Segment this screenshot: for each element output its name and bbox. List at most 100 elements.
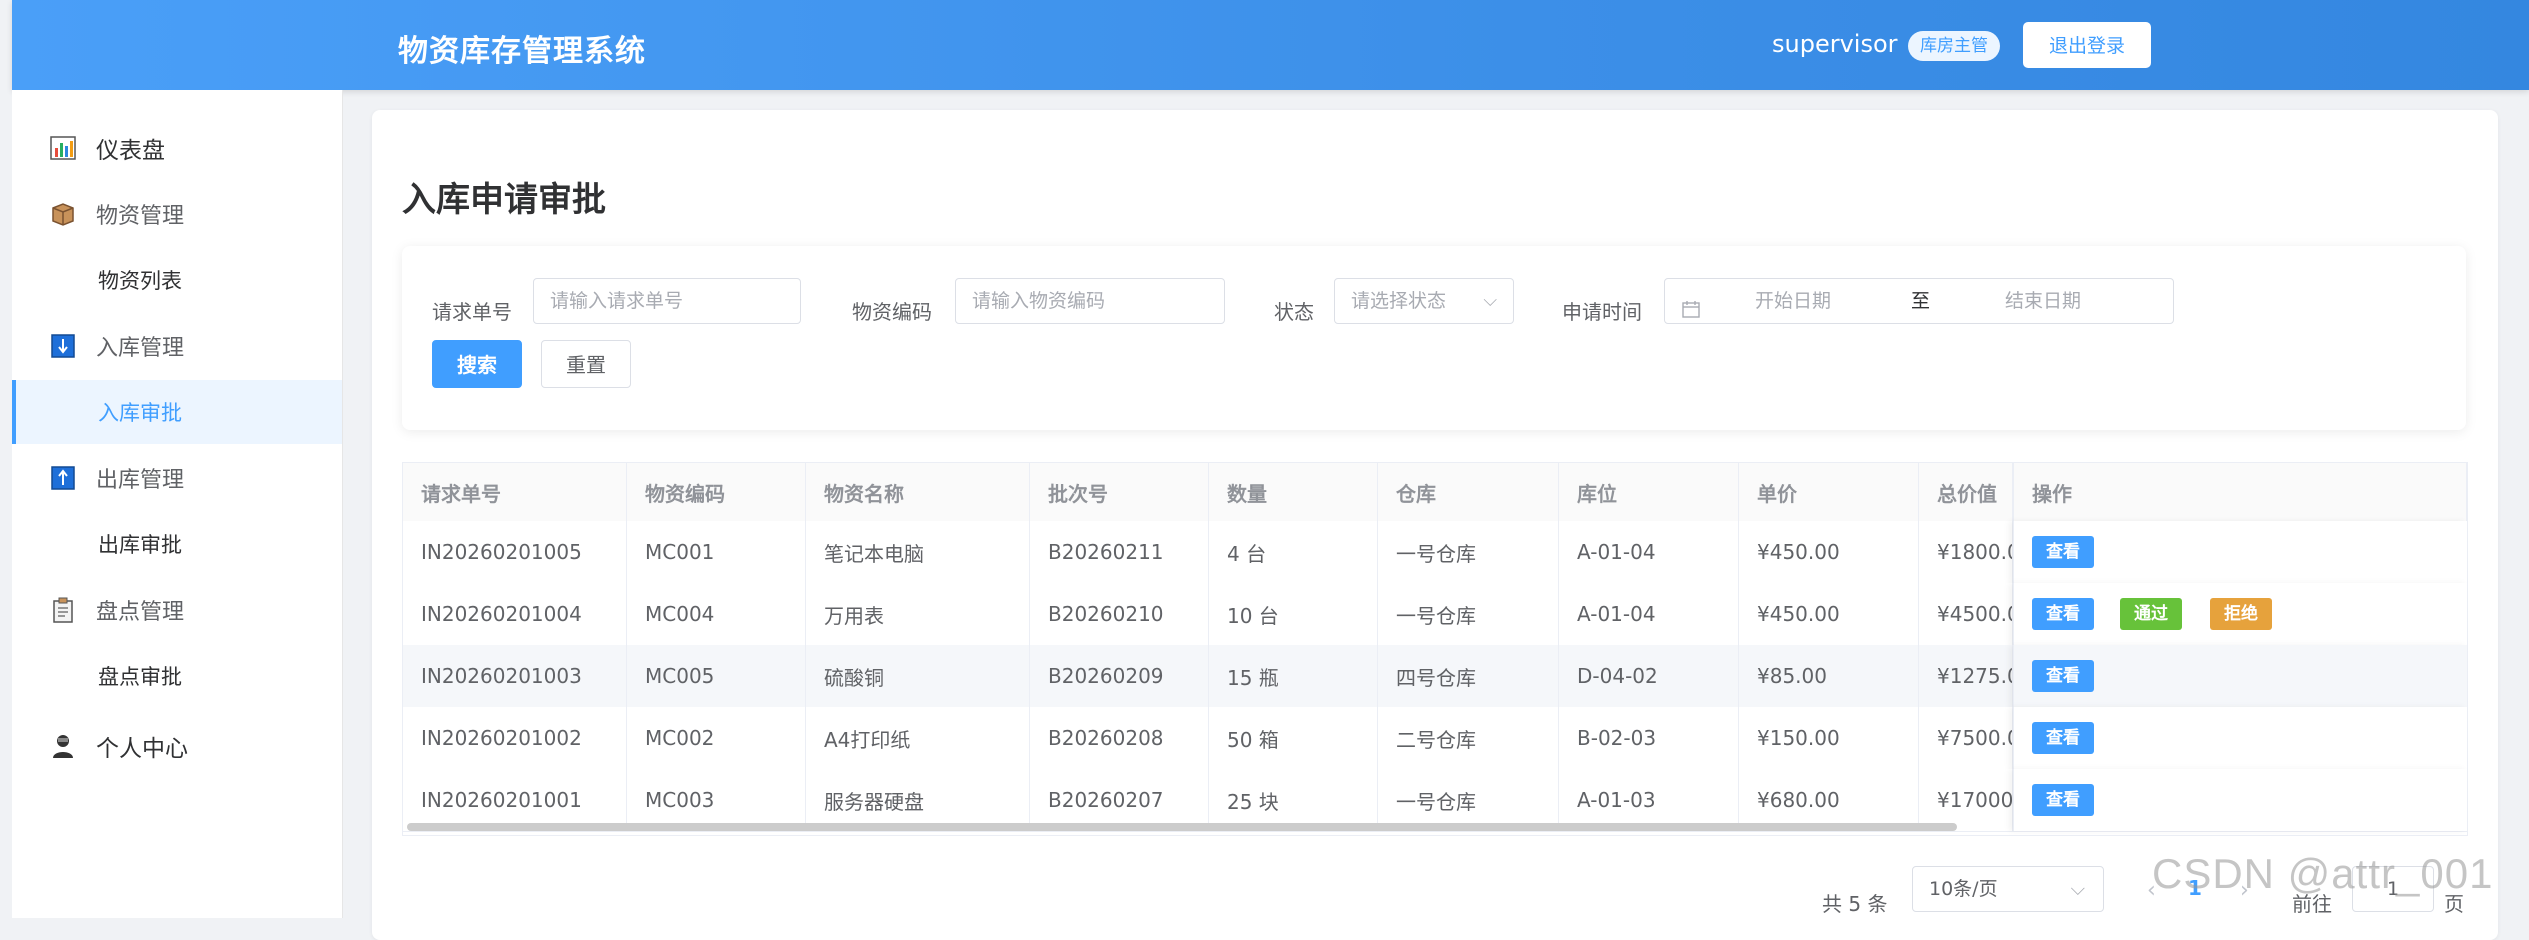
cell-name: A4打印纸	[806, 707, 1030, 769]
cell-batch: B20260210	[1030, 583, 1209, 645]
column-header: 总价值	[1919, 463, 2013, 521]
cell-actions: 查看	[2013, 521, 2467, 583]
cell-actions: 查看	[2013, 769, 2467, 831]
sidebar-item-label: 物资列表	[98, 269, 182, 293]
status-select-placeholder: 请选择状态	[1351, 290, 1447, 312]
date-separator: 至	[1911, 290, 1931, 312]
cell-price: ¥150.00	[1739, 707, 1919, 769]
table-header: 请求单号 物资编码 物资名称 批次号 数量 仓库 库位 单价 总价值 操作	[403, 463, 2467, 522]
cell-batch: B20260209	[1030, 645, 1209, 707]
sidebar-group-inventory[interactable]: 盘点管理	[12, 578, 342, 642]
cell-location: D-04-02	[1559, 645, 1739, 707]
page-title: 入库申请审批	[402, 180, 606, 220]
cell-actions: 查看 通过 拒绝	[2013, 583, 2467, 645]
sidebar-item-label: 盘点管理	[96, 600, 185, 625]
up-arrow-icon	[48, 463, 78, 493]
cell-warehouse: 四号仓库	[1378, 645, 1559, 707]
sidebar-item-inbound-approval[interactable]: 入库审批	[12, 380, 342, 444]
search-button[interactable]: 搜索	[432, 340, 522, 388]
request-no-input[interactable]	[533, 278, 801, 324]
reject-button[interactable]: 拒绝	[2210, 598, 2272, 630]
column-header: 物资名称	[806, 463, 1030, 521]
view-button[interactable]: 查看	[2032, 660, 2094, 692]
sidebar-item-label: 出库审批	[98, 533, 182, 557]
reset-button[interactable]: 重置	[541, 340, 631, 388]
sidebar-item-material-list[interactable]: 物资列表	[12, 248, 342, 312]
cell-warehouse: 一号仓库	[1378, 769, 1559, 831]
cell-code: MC001	[627, 521, 806, 583]
cell-total: ¥7500.00	[1919, 707, 2013, 769]
cell-code: MC005	[627, 645, 806, 707]
role-badge: 库房主管	[1908, 31, 2000, 61]
cell-qty: 25 块	[1209, 769, 1378, 831]
cell-qty: 4 台	[1209, 521, 1378, 583]
material-code-label: 物资编码	[852, 300, 932, 324]
apply-time-label: 申请时间	[1562, 300, 1642, 324]
cell-warehouse: 二号仓库	[1378, 707, 1559, 769]
sidebar-group-inbound[interactable]: 入库管理	[12, 314, 342, 378]
column-header: 请求单号	[403, 463, 627, 521]
date-range-picker[interactable]: 开始日期 至 结束日期	[1664, 278, 2174, 324]
cell-request-no: IN20260201004	[403, 583, 627, 645]
user-icon	[48, 731, 78, 761]
cell-code: MC003	[627, 769, 806, 831]
page-size-select[interactable]: 10条/页 ⌵	[1912, 866, 2104, 912]
user-name: supervisor	[1772, 30, 1898, 58]
cell-location: B-02-03	[1559, 707, 1739, 769]
cell-batch: B20260208	[1030, 707, 1209, 769]
column-header: 批次号	[1030, 463, 1209, 521]
cell-warehouse: 一号仓库	[1378, 521, 1559, 583]
cell-code: MC002	[627, 707, 806, 769]
cell-batch: B20260207	[1030, 769, 1209, 831]
cell-total: ¥17000.00	[1919, 769, 2013, 831]
cell-total: ¥1800.00	[1919, 521, 2013, 583]
approve-button[interactable]: 通过	[2120, 598, 2182, 630]
cell-name: 服务器硬盘	[806, 769, 1030, 831]
sidebar-group-outbound[interactable]: 出库管理	[12, 446, 342, 510]
sidebar-item-inventory-approval[interactable]: 盘点审批	[12, 644, 342, 708]
table-row: IN20260201003 MC005 硫酸铜 B20260209 15 瓶 四…	[403, 645, 2467, 708]
chevron-down-icon: ⌵	[1483, 290, 1497, 311]
sidebar: 仪表盘 物资管理 物资列表 入库管理 入库审批 出库管理 出库审批 盘点管理 盘…	[12, 90, 343, 918]
status-select[interactable]: 请选择状态 ⌵	[1334, 278, 1514, 324]
table-row: IN20260201002 MC002 A4打印纸 B20260208 50 箱…	[403, 707, 2467, 770]
logout-button[interactable]: 退出登录	[2023, 22, 2151, 68]
cell-price: ¥85.00	[1739, 645, 1919, 707]
bar-chart-icon	[48, 133, 78, 163]
view-button[interactable]: 查看	[2032, 598, 2094, 630]
cell-request-no: IN20260201005	[403, 521, 627, 583]
table-row: IN20260201005 MC001 笔记本电脑 B20260211 4 台 …	[403, 521, 2467, 584]
down-arrow-icon	[48, 331, 78, 361]
column-header: 操作	[2013, 463, 2467, 521]
cell-price: ¥450.00	[1739, 583, 1919, 645]
cell-qty: 10 台	[1209, 583, 1378, 645]
page-size-value: 10条/页	[1929, 878, 1998, 900]
material-code-input[interactable]	[955, 278, 1225, 324]
clipboard-icon	[48, 595, 78, 625]
cell-request-no: IN20260201003	[403, 645, 627, 707]
watermark: CSDN @attr_001	[2152, 850, 2494, 897]
table-row: IN20260201004 MC004 万用表 B20260210 10 台 一…	[403, 583, 2467, 646]
sidebar-group-materials[interactable]: 物资管理	[12, 182, 342, 246]
sidebar-item-dashboard[interactable]: 仪表盘	[12, 116, 342, 180]
sidebar-item-label: 盘点审批	[98, 665, 182, 689]
cell-total: ¥4500.00	[1919, 583, 2013, 645]
cell-name: 笔记本电脑	[806, 521, 1030, 583]
view-button[interactable]: 查看	[2032, 536, 2094, 568]
chevron-down-icon: ⌵	[2070, 878, 2085, 900]
cell-price: ¥450.00	[1739, 521, 1919, 583]
filter-panel: 请求单号 物资编码 状态 请选择状态 ⌵ 申请时间 开始日期 至 结束日期 搜索…	[402, 246, 2466, 430]
view-button[interactable]: 查看	[2032, 722, 2094, 754]
column-header: 物资编码	[627, 463, 806, 521]
view-button[interactable]: 查看	[2032, 784, 2094, 816]
main-content-card: 入库申请审批 请求单号 物资编码 状态 请选择状态 ⌵ 申请时间 开始日期 至 …	[372, 110, 2498, 940]
cell-price: ¥680.00	[1739, 769, 1919, 831]
cell-location: A-01-04	[1559, 521, 1739, 583]
sidebar-item-label: 仪表盘	[96, 138, 165, 164]
sidebar-item-outbound-approval[interactable]: 出库审批	[12, 512, 342, 576]
box-icon	[48, 199, 78, 229]
horizontal-scrollbar[interactable]	[407, 823, 1957, 831]
sidebar-item-profile[interactable]: 个人中心	[12, 714, 342, 778]
cell-total: ¥1275.00	[1919, 645, 2013, 707]
cell-actions: 查看	[2013, 707, 2467, 769]
